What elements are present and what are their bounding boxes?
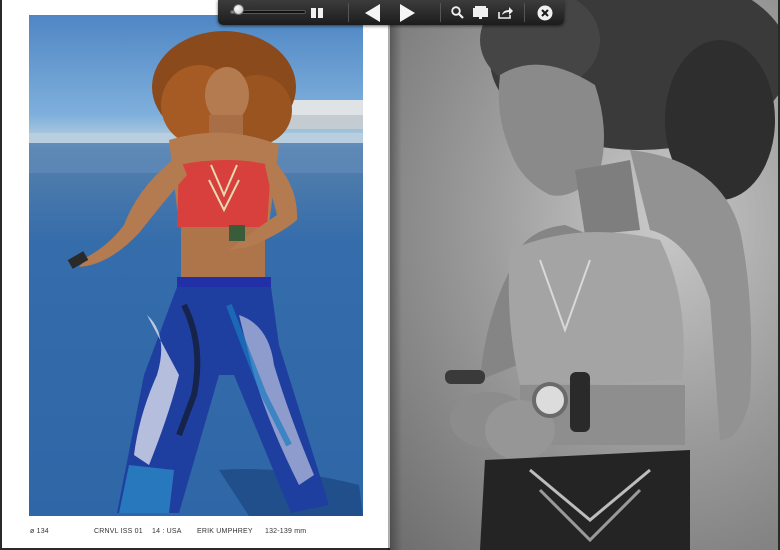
left-page: ø 134 CRNVL ISS 01 14 : USA ERIK UMPHREY… bbox=[2, 0, 390, 548]
toolbar-divider bbox=[348, 3, 349, 22]
left-photo-beach-dancer bbox=[29, 15, 363, 516]
two-page-view-icon bbox=[311, 7, 323, 18]
folio-location: 14 : USA bbox=[152, 528, 182, 535]
toolbar-divider bbox=[440, 3, 441, 22]
close-circle-icon bbox=[537, 5, 552, 20]
folio-page-number: ø 134 bbox=[30, 528, 49, 535]
magnifier-icon bbox=[450, 6, 464, 19]
toolbar-divider bbox=[524, 3, 525, 22]
folio-issue: CRNVL ISS 01 bbox=[94, 528, 143, 535]
next-page-button[interactable] bbox=[396, 2, 418, 23]
zoom-slider-handle[interactable] bbox=[232, 4, 244, 15]
folio-line: ø 134 CRNVL ISS 01 14 : USA ERIK UMPHREY… bbox=[2, 528, 390, 540]
right-page-bw-photo bbox=[390, 0, 778, 550]
magazine-reader: ø 134 CRNVL ISS 01 14 : USA ERIK UMPHREY… bbox=[0, 0, 780, 550]
right-triangle-icon bbox=[400, 3, 415, 22]
share-arrow-icon bbox=[497, 7, 513, 19]
left-triangle-icon bbox=[365, 3, 380, 22]
thumbnails-button[interactable] bbox=[471, 4, 489, 21]
folio-measurement: 132-139 mm bbox=[265, 528, 307, 535]
two-page-view-button[interactable] bbox=[310, 6, 324, 19]
reader-toolbar bbox=[218, 0, 564, 25]
book-icon bbox=[472, 6, 488, 19]
share-button[interactable] bbox=[496, 4, 514, 21]
close-button[interactable] bbox=[535, 3, 554, 22]
page-gutter bbox=[388, 0, 402, 550]
search-button[interactable] bbox=[449, 4, 465, 21]
folio-photographer: ERIK UMPHREY bbox=[197, 528, 253, 535]
previous-page-button[interactable] bbox=[362, 2, 384, 23]
